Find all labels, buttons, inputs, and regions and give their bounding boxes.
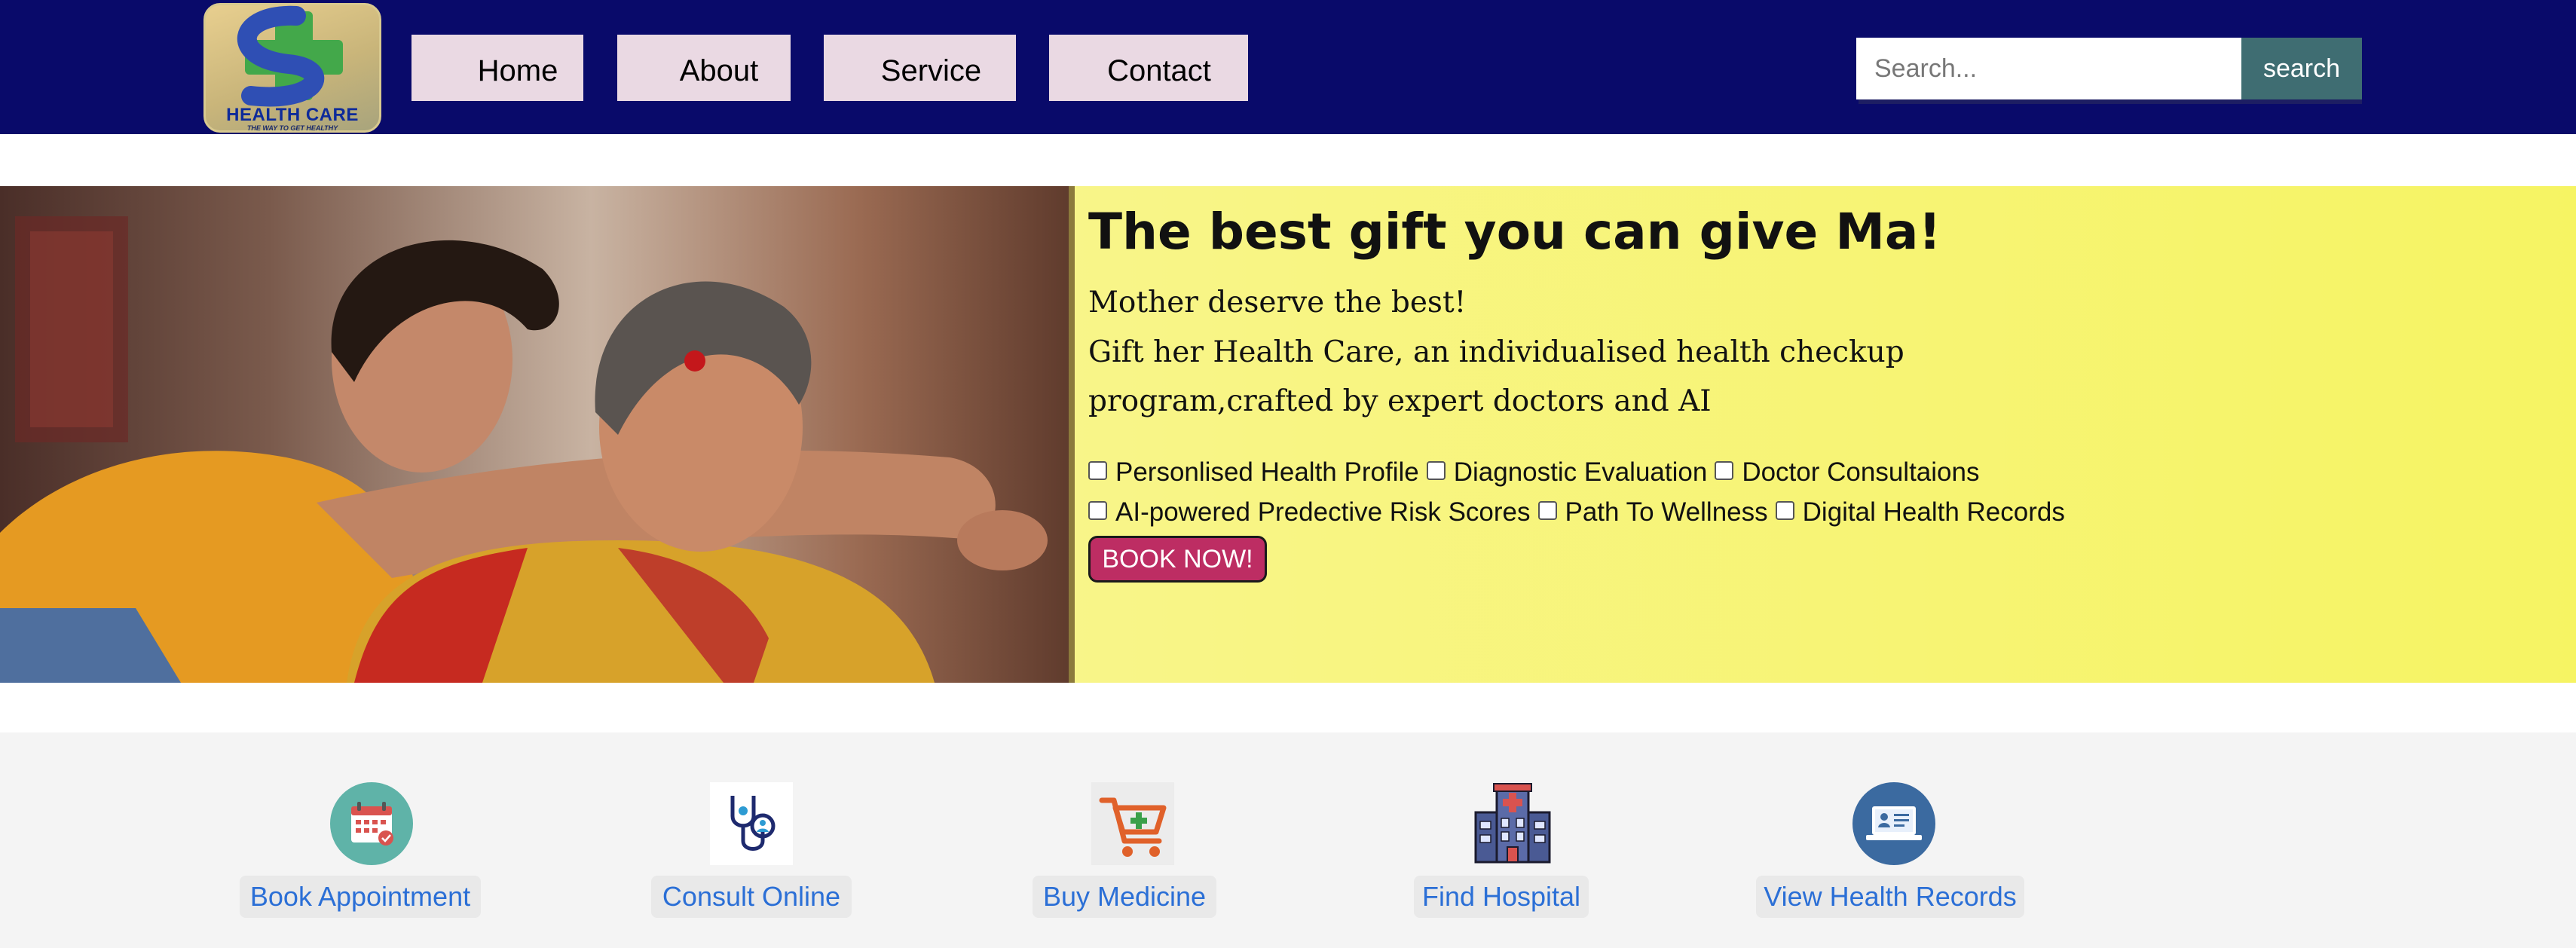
checkbox[interactable]	[1088, 460, 1107, 480]
checkbox[interactable]	[1088, 500, 1107, 520]
health-record-icon[interactable]	[1852, 782, 1935, 865]
hero-banner: The best gift you can give Ma! Mother de…	[0, 186, 2576, 683]
consult-online-link[interactable]: Consult Online	[651, 876, 852, 918]
logo-title: HEALTH CARE	[226, 105, 359, 125]
mother-daughter-photo	[0, 186, 1075, 683]
checkbox[interactable]	[1426, 460, 1446, 480]
hero-description-line2: program,crafted by expert doctors and AI	[1088, 384, 1712, 418]
view-health-records-link[interactable]: View Health Records	[1756, 876, 2024, 918]
option-label: Personlised Health Profile	[1115, 457, 1419, 487]
option-path-to-wellness[interactable]: Path To Wellness	[1537, 497, 1768, 528]
nav-about-button[interactable]: About	[617, 35, 791, 101]
nav-service-button[interactable]: Service	[824, 35, 1016, 101]
option-label: AI-powered Predective Risk Scores	[1115, 497, 1531, 527]
search-input[interactable]	[1856, 38, 2241, 99]
buy-medicine-link[interactable]: Buy Medicine	[1033, 876, 1216, 918]
option-diagnostic-evaluation[interactable]: Diagnostic Evaluation	[1426, 457, 1708, 488]
options-row-1: Personlised Health Profile Diagnostic Ev…	[1088, 457, 1987, 488]
option-label: Diagnostic Evaluation	[1453, 457, 1708, 487]
stethoscope-icon[interactable]	[710, 782, 793, 865]
hospital-icon[interactable]	[1471, 782, 1554, 865]
services-bar: Book Appointment Consult Online Buy Medi…	[0, 732, 2576, 948]
option-digital-health-records[interactable]: Digital Health Records	[1775, 497, 2065, 528]
checkbox[interactable]	[1537, 500, 1557, 520]
options-row-2: AI-powered Predective Risk Scores Path T…	[1088, 497, 2073, 528]
search-shadow	[1859, 99, 2362, 104]
book-appointment-link[interactable]: Book Appointment	[240, 876, 481, 918]
hero-subtitle: Mother deserve the best!	[1088, 286, 1467, 320]
photo-edge	[1069, 186, 1075, 683]
health-care-logo[interactable]: HEALTH CARE THE WAY TO GET HEALTHY	[203, 3, 381, 133]
checkbox[interactable]	[1775, 500, 1794, 520]
hero-description-line1: Gift her Health Care, an individualised …	[1088, 335, 1904, 369]
option-doctor-consultations[interactable]: Doctor Consultaions	[1715, 457, 1979, 488]
nav-home-button[interactable]: Home	[411, 35, 583, 101]
book-now-button[interactable]: BOOK NOW!	[1088, 536, 1267, 583]
option-label: Doctor Consultaions	[1742, 457, 1980, 487]
calendar-icon[interactable]	[330, 782, 413, 865]
navbar: HEALTH CARE THE WAY TO GET HEALTHY Home …	[0, 0, 2576, 134]
option-label: Digital Health Records	[1802, 497, 2065, 527]
hero-title: The best gift you can give Ma!	[1088, 203, 1941, 261]
mother-daughter-illustration	[0, 186, 1075, 683]
option-label: Path To Wellness	[1565, 497, 1768, 527]
search-button[interactable]: search	[2241, 38, 2362, 99]
option-ai-risk-scores[interactable]: AI-powered Predective Risk Scores	[1088, 497, 1531, 528]
find-hospital-link[interactable]: Find Hospital	[1414, 876, 1589, 918]
cart-icon[interactable]	[1091, 782, 1174, 865]
nav-contact-button[interactable]: Contact	[1049, 35, 1248, 101]
option-personalised-health-profile[interactable]: Personlised Health Profile	[1088, 457, 1419, 488]
checkbox[interactable]	[1715, 460, 1734, 480]
logo-tagline: THE WAY TO GET HEALTHY	[246, 124, 338, 132]
